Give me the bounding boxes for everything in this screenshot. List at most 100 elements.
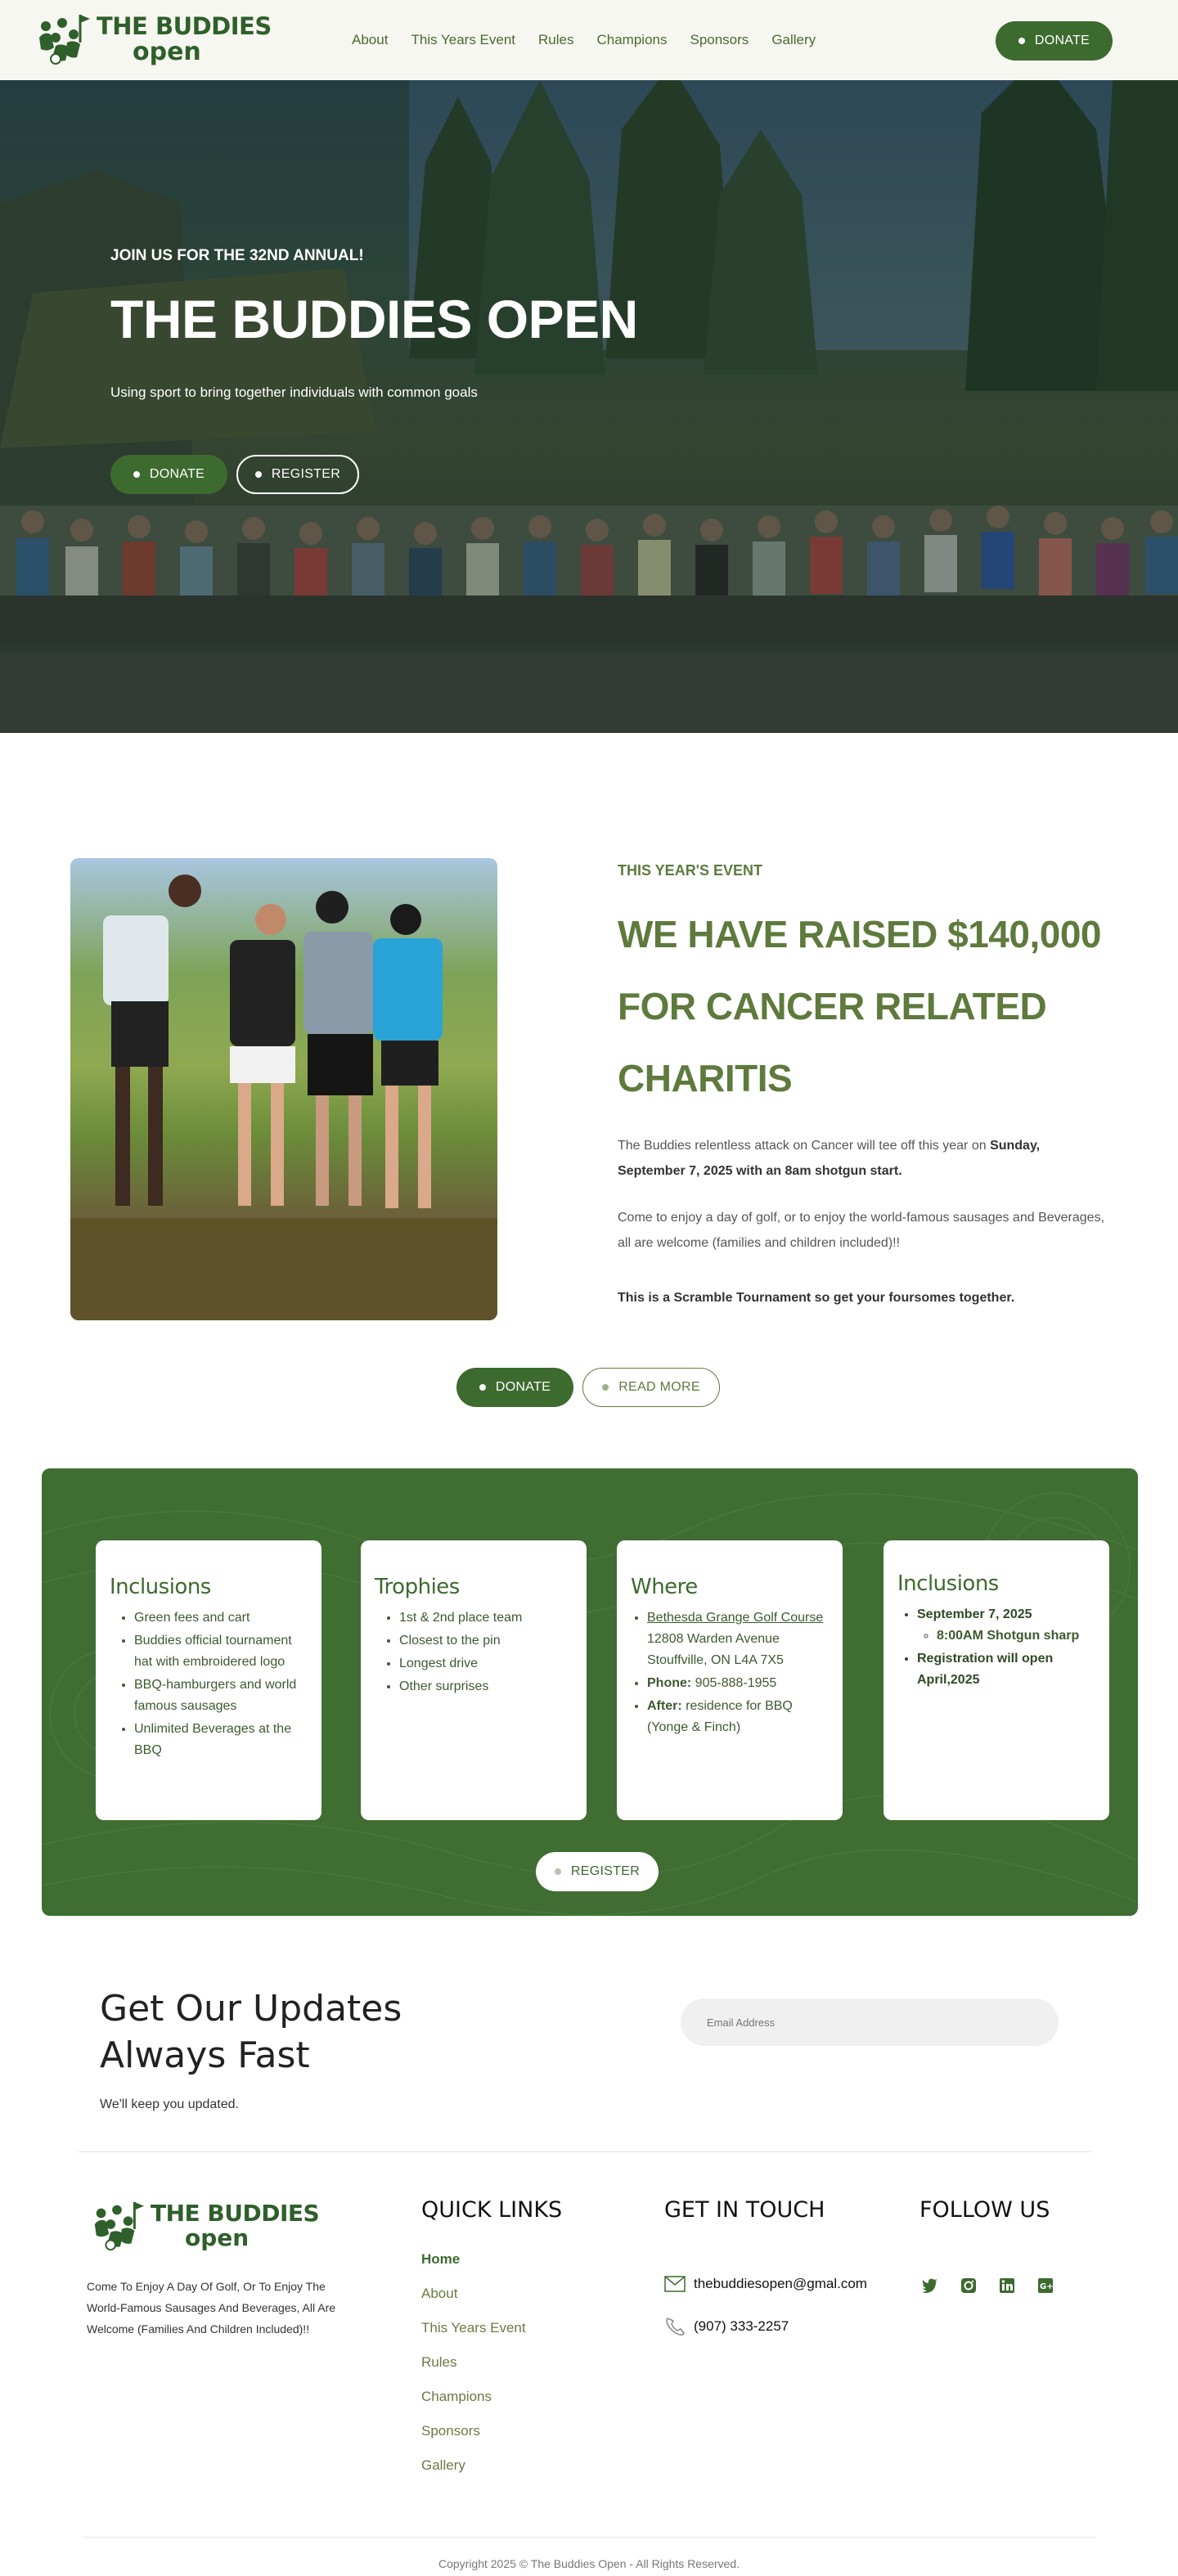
card-trophies-title: Trophies — [375, 1575, 460, 1599]
site-header: THE BUDDIES open About This Years Event … — [0, 0, 1178, 80]
contact-phone: (907) 333-2257 — [694, 2318, 789, 2334]
instagram-icon[interactable] — [960, 2277, 977, 2294]
footer-link-rules[interactable]: Rules — [421, 2354, 526, 2389]
read-more-button[interactable]: READ MORE — [582, 1368, 720, 1407]
nav-about[interactable]: About — [352, 32, 388, 48]
date-sublist: 8:00AM Shotgun sharp — [917, 1625, 1095, 1647]
envelope-icon — [664, 2276, 686, 2292]
list-item: Bethesda Grange Golf Course 12808 Warden… — [647, 1607, 829, 1671]
phone-label: Phone: — [647, 1676, 692, 1690]
card-trophies: Trophies 1st & 2nd place team Closest to… — [361, 1540, 587, 1820]
bullet-dot-icon — [554, 1868, 561, 1875]
hero-donate-button[interactable]: DONATE — [110, 455, 227, 494]
contact-email-row[interactable]: thebuddiesopen@gmal.com — [664, 2276, 867, 2292]
where-list: Bethesda Grange Golf Course 12808 Warden… — [631, 1607, 829, 1738]
follow-title: FOLLOW US — [919, 2197, 1050, 2223]
event-donate-button[interactable]: DONATE — [456, 1368, 573, 1407]
address-line-2: Stouffville, ON L4A 7X5 — [647, 1653, 784, 1667]
info-band: Inclusions Green fees and cart Buddies o… — [42, 1468, 1138, 1916]
bullet-dot-icon — [254, 471, 262, 478]
footer-divider — [82, 2537, 1096, 2538]
card-where-title: Where — [631, 1575, 698, 1599]
card-inclusions-title: Inclusions — [110, 1575, 211, 1599]
updates-title-line-1: Get Our Updates — [100, 1988, 402, 2030]
trophies-list: 1st & 2nd place team Closest to the pin … — [375, 1607, 573, 1697]
header-donate-button[interactable]: DONATE — [996, 21, 1113, 61]
footer-logo[interactable]: THE BUDDIES open — [88, 2197, 320, 2255]
inclusions-list: Green fees and cart Buddies official tou… — [110, 1607, 308, 1761]
list-item: BBQ-hamburgers and world famous sausages — [134, 1675, 308, 1717]
hero-donate-label: DONATE — [149, 467, 205, 481]
twitter-icon[interactable] — [922, 2277, 938, 2294]
band-register-button[interactable]: REGISTER — [536, 1852, 659, 1891]
event-kicker: THIS YEAR'S EVENT — [618, 862, 762, 879]
event-paragraph-1: The Buddies relentless attack on Cancer … — [618, 1133, 1108, 1184]
after-label: After: — [647, 1699, 682, 1713]
contact-phone-row[interactable]: (907) 333-2257 — [664, 2317, 789, 2336]
event-title: WE HAVE RAISED $140,000 FOR CANCER RELAT… — [618, 913, 1102, 1099]
event-photo — [70, 858, 497, 1320]
updates-title-line-2: Always Fast — [100, 2034, 310, 2076]
footer-link-champions[interactable]: Champions — [421, 2389, 526, 2423]
hero-kicker: JOIN US FOR THE 32ND ANNUAL! — [110, 247, 364, 264]
event-paragraph-1-text: The Buddies relentless attack on Cancer … — [618, 1139, 991, 1153]
card-dates-title: Inclusions — [897, 1571, 999, 1596]
hero-title: THE BUDDIES OPEN — [110, 289, 638, 349]
list-item: Other surprises — [399, 1676, 573, 1697]
svg-text:G+: G+ — [1040, 2282, 1054, 2291]
contact-email: thebuddiesopen@gmal.com — [694, 2276, 867, 2291]
quick-links-title: QUICK LINKS — [421, 2197, 563, 2223]
list-item: Longest drive — [399, 1653, 573, 1675]
hero-overlay — [0, 80, 1178, 733]
bullet-dot-icon — [602, 1384, 609, 1391]
list-item: After: residence for BBQ (Yonge & Finch) — [647, 1696, 829, 1738]
nav-sponsors[interactable]: Sponsors — [690, 32, 749, 48]
event-paragraph-3: This is a Scramble Tournament so get you… — [618, 1291, 1015, 1305]
list-item: Buddies official tournament hat with emb… — [134, 1630, 308, 1673]
list-item: Phone: 905-888-1955 — [647, 1673, 829, 1694]
footer-link-gallery[interactable]: Gallery — [421, 2457, 526, 2492]
golfers-photo-image — [70, 874, 497, 1320]
read-more-label: READ MORE — [618, 1380, 700, 1394]
footer-link-this-years-event[interactable]: This Years Event — [421, 2320, 526, 2354]
band-register-label: REGISTER — [570, 1864, 641, 1878]
card-where: Where Bethesda Grange Golf Course 12808 … — [617, 1540, 843, 1820]
list-item: 1st & 2nd place team — [399, 1607, 573, 1629]
nav-gallery[interactable]: Gallery — [771, 32, 816, 48]
section-divider — [79, 2151, 1091, 2152]
golfers-logo-icon — [39, 15, 90, 65]
list-item: September 7, 2025 8:00AM Shotgun sharp — [917, 1604, 1095, 1647]
footer-link-about[interactable]: About — [421, 2286, 526, 2320]
updates-title: Get Our Updates Always Fast — [100, 1985, 402, 2079]
phone-icon — [666, 2318, 685, 2335]
google-plus-icon[interactable]: G+ — [1037, 2277, 1054, 2294]
footer-link-sponsors[interactable]: Sponsors — [421, 2423, 526, 2457]
site-logo[interactable]: THE BUDDIES open — [33, 10, 272, 69]
footer-logo-line-2: open — [185, 2224, 250, 2251]
nav-rules[interactable]: Rules — [538, 32, 573, 48]
list-item: Unlimited Beverages at the BBQ — [134, 1719, 308, 1761]
bullet-dot-icon — [479, 1384, 486, 1391]
hero-section: JOIN US FOR THE 32ND ANNUAL! THE BUDDIES… — [0, 80, 1178, 733]
linkedin-icon[interactable] — [999, 2277, 1015, 2294]
logo-line-1: THE BUDDIES — [97, 11, 272, 40]
main-nav: About This Years Event Rules Champions S… — [352, 0, 839, 80]
updates-subtitle: We'll keep you updated. — [100, 2097, 239, 2111]
venue-link[interactable]: Bethesda Grange Golf Course — [647, 1611, 823, 1625]
footer-link-home[interactable]: Home — [421, 2251, 526, 2286]
golfers-logo-icon — [94, 2201, 145, 2251]
bullet-dot-icon — [1018, 38, 1025, 44]
page: THE BUDDIES open About This Years Event … — [0, 0, 1178, 2576]
email-field[interactable] — [681, 1998, 1059, 2046]
footer-logo-line-1: THE BUDDIES — [151, 2200, 320, 2227]
nav-this-years-event[interactable]: This Years Event — [411, 32, 515, 48]
hero-subtitle: Using sport to bring together individual… — [110, 384, 478, 400]
footer-about: Come To Enjoy A Day Of Golf, Or To Enjoy… — [87, 2280, 336, 2335]
card-dates: Inclusions September 7, 2025 8:00AM Shot… — [884, 1540, 1109, 1820]
quick-links: Home About This Years Event Rules Champi… — [421, 2251, 526, 2492]
list-item: Registration will open April,2025 — [917, 1648, 1095, 1691]
hero-register-button[interactable]: REGISTER — [236, 455, 359, 494]
dates-list: September 7, 2025 8:00AM Shotgun sharp R… — [897, 1604, 1095, 1691]
nav-champions[interactable]: Champions — [596, 32, 667, 48]
contact-title: GET IN TOUCH — [664, 2197, 825, 2223]
